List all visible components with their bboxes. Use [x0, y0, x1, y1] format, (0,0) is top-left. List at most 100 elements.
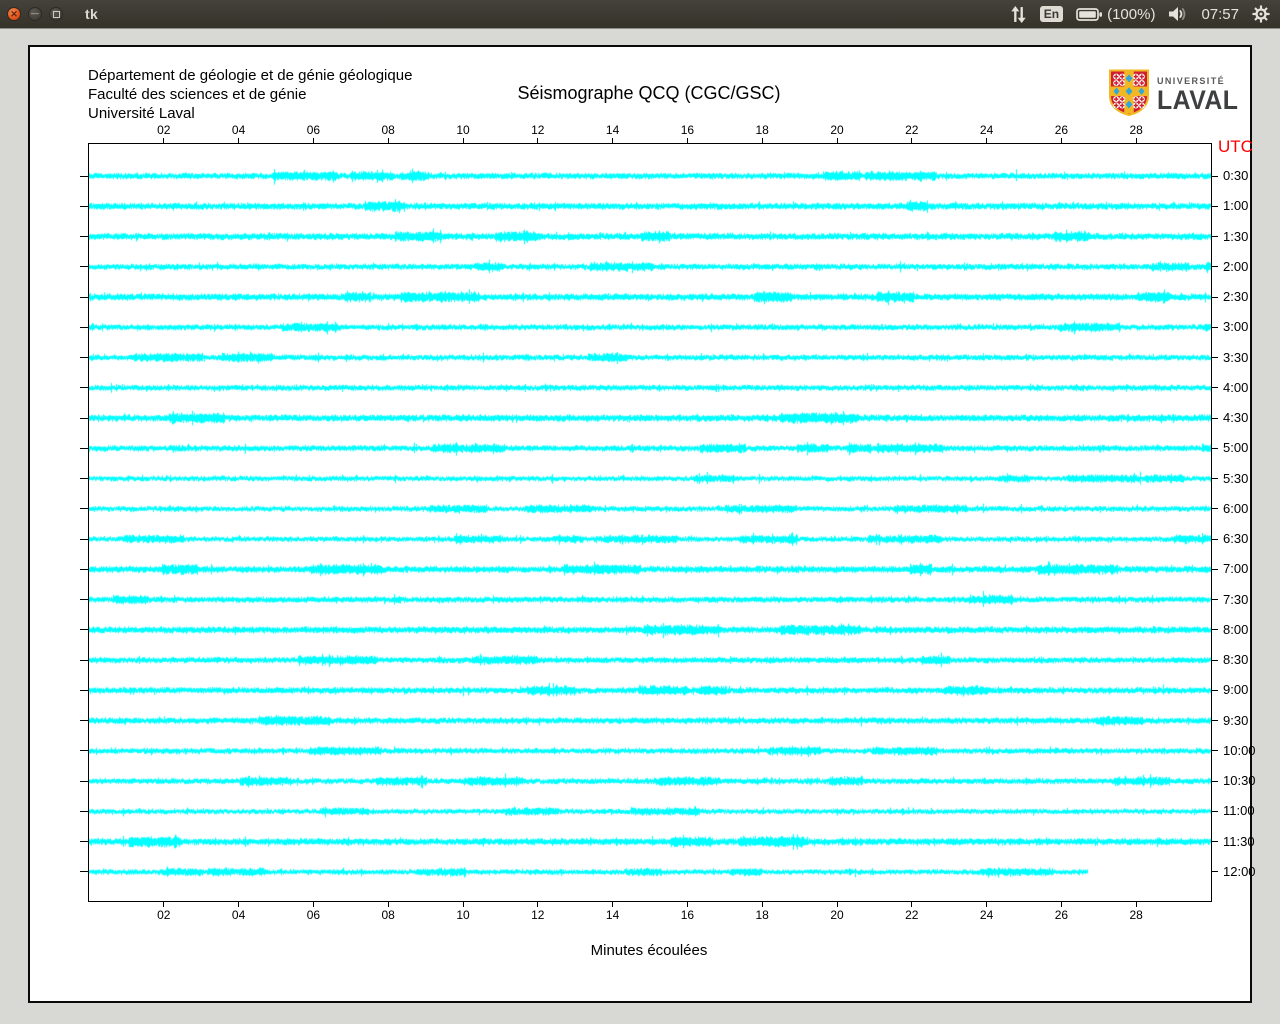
x-tick-top [612, 138, 614, 144]
row-tick-right [1211, 357, 1218, 359]
row-tick-right [1211, 175, 1218, 177]
x-tick-top [238, 138, 240, 144]
x-tick-label-top: 28 [1129, 123, 1143, 137]
x-tick-top [1135, 138, 1137, 144]
row-tick-left [80, 659, 88, 661]
row-tick-right [1211, 629, 1218, 631]
x-tick-label-top: 02 [157, 123, 171, 137]
x-tick-label-bottom: 28 [1129, 908, 1143, 922]
row-tick-left [80, 266, 88, 268]
session-gear-icon[interactable] [1252, 5, 1270, 23]
x-tick-label-top: 22 [905, 123, 919, 137]
volume-icon[interactable] [1168, 6, 1188, 22]
row-tick-right [1211, 387, 1218, 389]
x-tick-bottom [312, 901, 314, 907]
row-tick-right [1211, 599, 1218, 601]
row-tick-left [80, 236, 88, 238]
x-tick-top [387, 138, 389, 144]
utc-time-label: 9:00 [1223, 682, 1249, 698]
row-tick-right [1211, 750, 1218, 752]
row-tick-right [1211, 780, 1218, 782]
row-tick-left [80, 568, 88, 570]
x-tick-label-bottom: 08 [381, 908, 395, 922]
row-tick-left [80, 508, 88, 510]
x-tick-label-bottom: 10 [456, 908, 470, 922]
row-tick-left [80, 447, 88, 449]
row-tick-left [80, 841, 88, 843]
utc-time-label: 0:30 [1223, 168, 1249, 183]
row-tick-right [1211, 478, 1218, 480]
x-tick-top [537, 138, 539, 144]
utc-time-label: 7:00 [1223, 561, 1249, 577]
utc-time-label: 1:30 [1223, 228, 1249, 244]
x-tick-bottom [911, 901, 913, 907]
x-tick-label-top: 10 [456, 123, 470, 137]
clock[interactable]: 07:57 [1201, 6, 1239, 23]
utc-time-label: 4:30 [1223, 410, 1249, 426]
x-tick-label-bottom: 04 [231, 908, 246, 922]
utc-time-label: 7:30 [1223, 591, 1249, 607]
x-tick-top [911, 138, 913, 144]
x-tick-label-top: 18 [755, 123, 769, 137]
window-controls: ✕ — [0, 7, 63, 21]
row-tick-right [1211, 296, 1218, 298]
row-tick-left [80, 810, 88, 812]
utc-time-label: 8:00 [1223, 621, 1249, 637]
utc-time-label: 2:30 [1223, 289, 1249, 305]
x-tick-top [986, 138, 988, 144]
close-button[interactable]: ✕ [7, 7, 21, 21]
x-tick-bottom [612, 901, 614, 907]
row-tick-right [1211, 266, 1218, 268]
institution-line-3: Université Laval [88, 105, 195, 122]
x-tick-label-bottom: 24 [979, 908, 994, 922]
utc-time-label: 3:00 [1223, 319, 1249, 335]
x-tick-label-bottom: 18 [755, 908, 769, 922]
x-tick-label-bottom: 02 [157, 908, 171, 922]
x-tick-label-bottom: 20 [830, 908, 844, 922]
network-sync-icon[interactable] [1010, 5, 1027, 23]
utc-time-label: 5:00 [1223, 440, 1249, 456]
keyboard-layout-indicator[interactable]: En [1039, 6, 1064, 22]
row-tick-right [1211, 447, 1218, 449]
laval-shield-icon [1108, 69, 1150, 121]
x-tick-bottom [686, 901, 688, 907]
row-tick-right [1211, 810, 1218, 812]
utc-time-label: 4:00 [1223, 379, 1249, 395]
row-tick-left [80, 357, 88, 359]
battery-indicator[interactable]: (100%) [1076, 6, 1155, 23]
x-tick-bottom [836, 901, 838, 907]
x-tick-label-bottom: 22 [905, 908, 919, 922]
x-tick-label-top: 24 [979, 123, 994, 137]
x-tick-label-bottom: 26 [1054, 908, 1069, 922]
minimize-button[interactable]: — [28, 7, 42, 21]
utc-time-label: 11:30 [1223, 833, 1255, 849]
maximize-button[interactable] [49, 7, 63, 21]
x-tick-label-bottom: 16 [680, 908, 695, 922]
titlebar: ✕ — tk En (100%) 07:57 [0, 0, 1280, 28]
utc-time-label: 3:30 [1223, 349, 1249, 365]
utc-time-label: 2:00 [1223, 258, 1249, 274]
utc-time-label: 5:30 [1223, 470, 1249, 486]
row-tick-right [1211, 417, 1218, 419]
utc-axis-title: UTC [1218, 137, 1253, 156]
utc-time-label: 6:00 [1223, 500, 1249, 516]
page-title: Séismographe QCQ (CGC/GSC) [517, 83, 781, 103]
row-tick-right [1211, 689, 1218, 691]
row-tick-left [80, 538, 88, 540]
x-axis-title: Minutes écoulées [590, 942, 708, 959]
row-tick-right [1211, 508, 1218, 510]
row-tick-right [1211, 236, 1218, 238]
x-tick-bottom [1060, 901, 1062, 907]
row-tick-left [80, 387, 88, 389]
row-tick-right [1211, 720, 1218, 722]
row-tick-left [80, 205, 88, 207]
row-tick-left [80, 296, 88, 298]
seismogram-traces-canvas [89, 144, 1211, 901]
x-tick-bottom [537, 901, 539, 907]
x-tick-top [312, 138, 314, 144]
battery-icon [1076, 7, 1103, 22]
x-tick-bottom [761, 901, 763, 907]
utc-time-label: 10:30 [1223, 773, 1256, 789]
row-tick-left [80, 689, 88, 691]
battery-percent: (100%) [1107, 5, 1156, 23]
